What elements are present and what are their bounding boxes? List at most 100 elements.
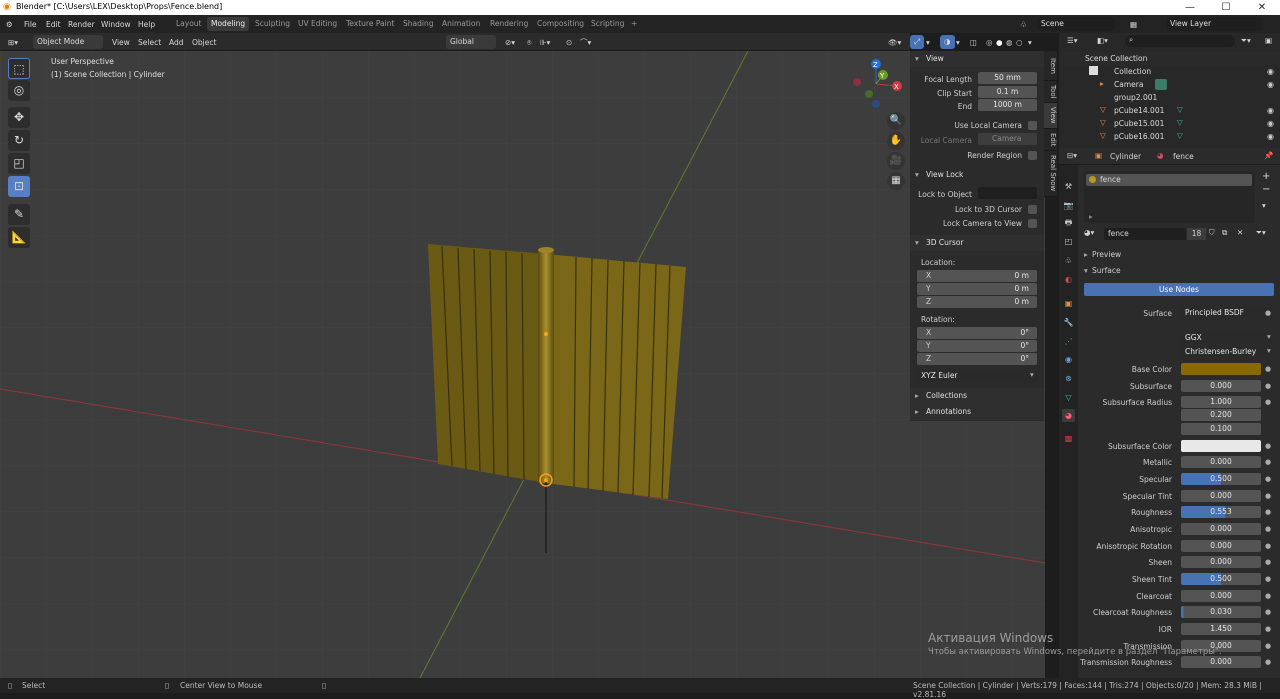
menu-window[interactable]: Window	[101, 18, 131, 31]
local-camera-field[interactable]: Camera	[978, 133, 1037, 145]
menu-file[interactable]: File	[24, 18, 37, 31]
cursor-loc-z[interactable]: 0 m	[917, 296, 1037, 308]
pin-icon[interactable]: 📌	[1264, 151, 1273, 160]
gizmo-dropdown-icon[interactable]: ▾	[926, 36, 930, 49]
unlink-icon[interactable]: ✕	[1237, 228, 1243, 237]
socket-dot-icon[interactable]: ●	[1265, 642, 1271, 650]
distribution-dropdown[interactable]: GGX	[1181, 332, 1273, 344]
param-value-field[interactable]: 0.000	[1181, 590, 1261, 602]
param-value-field[interactable]: 0.000	[1181, 456, 1261, 468]
clip-start-field[interactable]: 0.1 m	[978, 86, 1037, 98]
material-tab-icon[interactable]: ◕	[1062, 409, 1075, 422]
filter-icon[interactable]: ⏷▾	[1241, 36, 1251, 46]
collection-checkbox[interactable]	[1089, 66, 1098, 75]
tab-view[interactable]: View	[1044, 103, 1057, 129]
socket-dot-icon[interactable]: ●	[1265, 458, 1271, 466]
socket-dot-icon[interactable]: ●	[1265, 442, 1271, 450]
cursor-loc-y[interactable]: 0 m	[917, 283, 1037, 295]
menu-object[interactable]: Object	[192, 36, 216, 49]
menu-add[interactable]: Add	[169, 36, 184, 49]
pivot-icon[interactable]: ⊘▾	[505, 36, 515, 49]
lock-to-object-field[interactable]	[978, 187, 1037, 199]
move-tool-icon[interactable]: ✥	[8, 107, 30, 128]
perspective-toggle-icon[interactable]: ▦	[887, 172, 905, 190]
overlay-dropdown-icon[interactable]: ▾	[956, 36, 960, 49]
pan-hand-icon[interactable]: ✋	[887, 132, 905, 150]
outliner-row-pcube14[interactable]: pCube14.001 ◉	[1059, 104, 1280, 117]
param-value-field[interactable]: 1.000	[1181, 396, 1261, 408]
menu-select[interactable]: Select	[138, 36, 161, 49]
annotate-tool-icon[interactable]: ✎	[8, 204, 30, 225]
view-layer-tab-icon[interactable]: ◰	[1062, 235, 1075, 248]
display-mode-icon[interactable]: ◧▾	[1097, 36, 1108, 45]
rotate-tool-icon[interactable]: ↻	[8, 130, 30, 151]
socket-dot-icon[interactable]: ●	[1265, 542, 1271, 550]
tab-tool[interactable]: Tool	[1044, 81, 1057, 103]
material-name-field[interactable]: fence	[1104, 228, 1186, 240]
menu-help[interactable]: Help	[138, 18, 155, 31]
close-button[interactable]: ✕	[1244, 0, 1280, 15]
subsurface-method-dropdown[interactable]: Christensen-Burley	[1181, 346, 1273, 358]
solid-shading-icon[interactable]: ●	[996, 36, 1003, 49]
transform-tool-icon[interactable]: ⊡	[8, 176, 30, 197]
select-tool-icon[interactable]: ⬚	[8, 58, 30, 79]
tab-animation[interactable]: Animation	[438, 17, 484, 31]
param-value-field[interactable]: 0.000	[1181, 523, 1261, 535]
surface-panel-header[interactable]: Surface	[1080, 263, 1280, 278]
socket-dot-icon[interactable]: ●	[1265, 592, 1271, 600]
world-tab-icon[interactable]: ◐	[1062, 273, 1075, 286]
proportional-edit-icon[interactable]: ⊙	[566, 36, 572, 49]
outliner-editor-icon[interactable]: ☰▾	[1067, 36, 1078, 45]
eye-icon[interactable]: ◉	[1267, 130, 1274, 143]
blender-menu-icon[interactable]: ⚙	[6, 18, 13, 31]
fake-user-icon[interactable]: ⛉	[1209, 228, 1215, 238]
tab-uv-editing[interactable]: UV Editing	[294, 17, 341, 31]
socket-dot-icon[interactable]: ●	[1265, 608, 1271, 616]
browse-material-icon[interactable]: ◕▾	[1084, 228, 1094, 237]
preview-panel-header[interactable]: Preview	[1080, 247, 1280, 262]
socket-dot-icon[interactable]: ●	[1265, 475, 1271, 483]
tab-texture-paint[interactable]: Texture Paint	[342, 17, 398, 31]
param-value-field[interactable]: 0.100	[1181, 423, 1261, 435]
param-value-field[interactable]: 0.000	[1181, 540, 1261, 552]
cursor-loc-x[interactable]: 0 m	[917, 270, 1037, 282]
add-slot-button[interactable]: +	[1262, 171, 1270, 182]
scene-tab-icon[interactable]: ♧	[1062, 254, 1075, 267]
socket-dot-icon[interactable]: ●	[1265, 398, 1271, 406]
scale-tool-icon[interactable]: ◰	[8, 153, 30, 174]
socket-dot-icon[interactable]: ●	[1265, 525, 1271, 533]
clip-end-field[interactable]: 1000 m	[978, 99, 1037, 111]
subsurface-color-swatch[interactable]	[1181, 440, 1261, 452]
particles-tab-icon[interactable]: ⋰	[1062, 335, 1075, 348]
orientation-selector[interactable]: Global	[446, 35, 496, 49]
cursor-rot-z[interactable]: 0°	[917, 353, 1037, 365]
expand-list-icon[interactable]: ▸	[1089, 212, 1093, 221]
param-value-field[interactable]: 0.000	[1181, 490, 1261, 502]
annotations-panel-header[interactable]: Annotations	[910, 404, 1044, 420]
param-value-field[interactable]: 0.200	[1181, 409, 1261, 421]
cursor-tool-icon[interactable]: ◎	[8, 80, 30, 101]
socket-dot-icon[interactable]: ●	[1265, 575, 1271, 583]
mode-selector[interactable]: Object Mode	[33, 35, 103, 49]
view-lock-header[interactable]: View Lock	[910, 167, 1044, 183]
scene-selector[interactable]: Scene	[1037, 17, 1115, 31]
tab-modeling[interactable]: Modeling	[207, 17, 250, 31]
falloff-icon[interactable]: ⌒▾	[580, 36, 591, 49]
wireframe-shading-icon[interactable]: ◎	[986, 36, 993, 49]
render-region-checkbox[interactable]	[1028, 151, 1037, 160]
base-color-swatch[interactable]	[1181, 363, 1261, 375]
menu-edit[interactable]: Edit	[46, 18, 61, 31]
socket-dot-icon[interactable]: ●	[1265, 365, 1271, 373]
cursor-rot-x[interactable]: 0°	[917, 327, 1037, 339]
output-tab-icon[interactable]: 🖶	[1062, 216, 1075, 229]
view-layer-selector[interactable]: View Layer	[1166, 17, 1262, 31]
param-value-field[interactable]: 0.000	[1181, 380, 1261, 392]
socket-dot-icon[interactable]: ●	[1265, 558, 1271, 566]
outliner-scene-collection[interactable]: Scene Collection	[1059, 52, 1280, 65]
material-slot-item[interactable]: fence	[1086, 174, 1252, 186]
rotation-mode-dropdown[interactable]: XYZ Euler	[917, 370, 1037, 382]
use-local-camera-checkbox[interactable]	[1028, 121, 1037, 130]
socket-dot-icon[interactable]: ●	[1265, 658, 1271, 666]
focal-length-field[interactable]: 50 mm	[978, 72, 1037, 84]
new-collection-icon[interactable]: ▣	[1265, 36, 1272, 45]
